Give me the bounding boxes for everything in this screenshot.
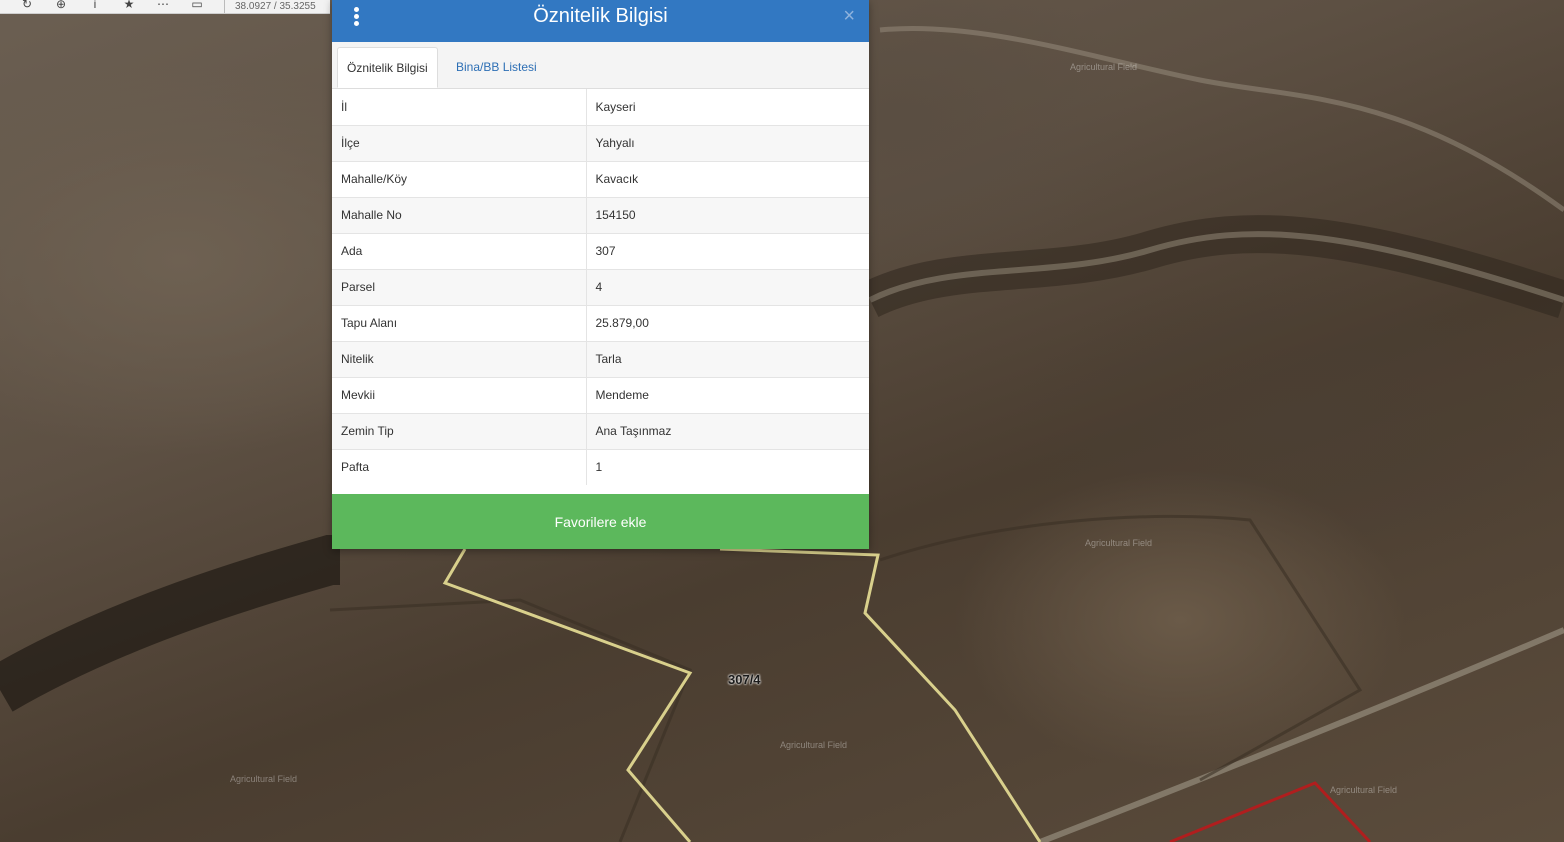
tab-building-list[interactable]: Bina/BB Listesi (447, 47, 546, 88)
parcel-boundary (442, 548, 693, 842)
map-ghost-label: Agricultural Field (1085, 538, 1153, 548)
attribute-value: Tarla (586, 340, 869, 377)
attribute-key: Ada (332, 232, 587, 269)
table-row: Mahalle No 154150 (332, 196, 869, 233)
refresh-icon[interactable]: ↻ (20, 0, 34, 13)
close-icon[interactable]: × (843, 4, 855, 28)
attribute-key: Nitelik (332, 340, 587, 377)
dirt-road (879, 25, 1564, 213)
star-icon[interactable]: ★ (122, 0, 136, 13)
table-row: İl Kayseri (332, 89, 869, 125)
tab-attribute-info[interactable]: Öznitelik Bilgisi (337, 47, 438, 88)
road-south (1038, 627, 1564, 842)
attribute-key: Parsel (332, 268, 587, 305)
tree-line (0, 535, 340, 712)
attribute-key: Pafta (332, 448, 587, 485)
attribute-value: Mendeme (586, 376, 869, 413)
panel-title: Öznitelik Bilgisi (533, 5, 668, 27)
attribute-key: İlçe (332, 124, 587, 161)
map-toolbar: ↻ ⊕ i ★ ⋯ ▭ 38.0927 / 35.3255 (0, 0, 330, 14)
attribute-value: Yahyalı (586, 124, 869, 161)
measure-icon[interactable]: ⋯ (156, 0, 170, 13)
attribute-key: Mahalle/Köy (332, 160, 587, 197)
add-to-favorites-button[interactable]: Favorilere ekle (332, 494, 869, 549)
table-row: Parsel 4 (332, 268, 869, 305)
map-ghost-label: Agricultural Field (230, 774, 298, 784)
field-edge (329, 598, 692, 842)
attribute-value: Ana Taşınmaz (586, 412, 869, 449)
table-row: Nitelik Tarla (332, 340, 869, 377)
panel-header: Öznitelik Bilgisi × (332, 0, 869, 42)
parcel-number-label[interactable]: 307/4 (728, 672, 761, 687)
map-ghost-label: Agricultural Field (1070, 62, 1138, 72)
attribute-value: 307 (586, 232, 869, 269)
table-row: İlçe Yahyalı (332, 124, 869, 161)
attribute-value: 1 (586, 448, 869, 485)
attribute-key: Mevkii (332, 376, 587, 413)
location-icon[interactable]: ⊕ (54, 0, 68, 13)
parcel-boundary (719, 547, 1042, 842)
attribute-value: Kayseri (595, 99, 636, 114)
field-edge (879, 514, 1363, 782)
table-row: Tapu Alanı 25.879,00 (332, 304, 869, 341)
attribute-value: 154150 (586, 196, 869, 233)
table-row: Zemin Tip Ana Taşınmaz (332, 412, 869, 449)
attribute-key: Zemin Tip (332, 412, 587, 449)
attribute-key: İl (332, 89, 587, 125)
attribute-key: Tapu Alanı (332, 304, 587, 341)
table-row: Mevkii Mendeme (332, 376, 869, 413)
attribute-value: 25.879,00 (586, 304, 869, 341)
map-ghost-label: Agricultural Field (1330, 785, 1398, 795)
coordinate-readout: 38.0927 / 35.3255 (235, 0, 316, 12)
info-icon[interactable]: i (88, 0, 102, 13)
table-row: Ada 307 (332, 232, 869, 269)
attribute-info-panel: Öznitelik Bilgisi × Öznitelik Bilgisi Bi… (332, 0, 869, 549)
attribute-value: 4 (586, 268, 869, 305)
attribute-value: Kavacık (586, 160, 869, 197)
print-icon[interactable]: ▭ (190, 0, 204, 13)
attribute-table: İl Kayseri İlçe Yahyalı Mahalle/Köy Kava… (332, 89, 869, 485)
attribute-key: Mahalle No (332, 196, 587, 233)
toolbar-divider (224, 0, 225, 13)
map-ghost-label: Agricultural Field (780, 740, 848, 750)
table-row: Mahalle/Köy Kavacık (332, 160, 869, 197)
panel-tabs: Öznitelik Bilgisi Bina/BB Listesi (332, 42, 869, 89)
table-row: Pafta 1 (332, 448, 869, 485)
